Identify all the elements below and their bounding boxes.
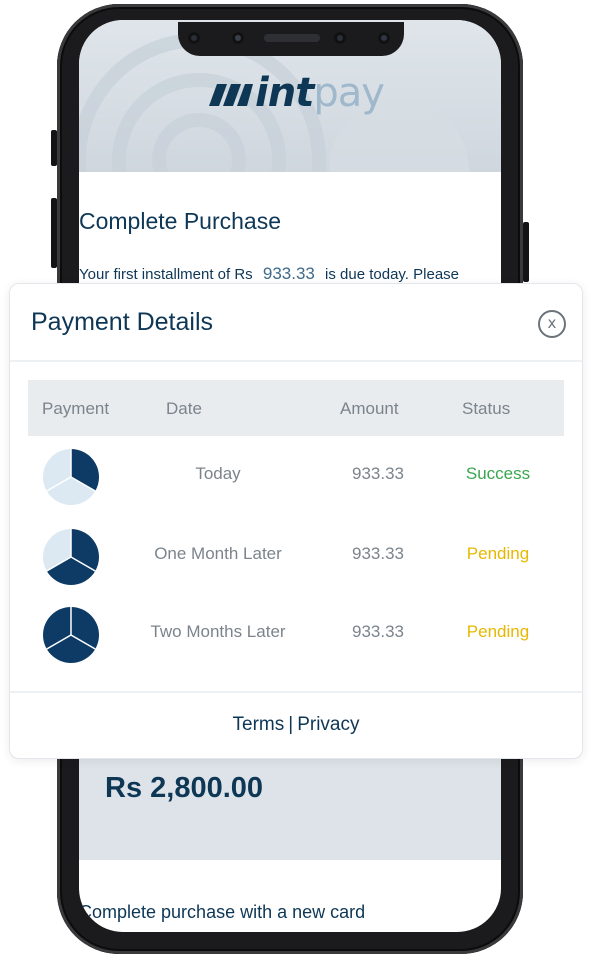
column-header-date: Date xyxy=(166,399,202,418)
logo-pay-text: pay xyxy=(313,70,385,116)
table-header: Payment Date Amount Status xyxy=(28,380,564,436)
row-amount: 933.33 xyxy=(352,622,404,641)
modal-footer: Terms | Privacy xyxy=(10,714,582,736)
installment-suffix: is due today. Please xyxy=(325,266,460,283)
row-date: Today xyxy=(195,464,241,483)
footer-divider xyxy=(10,691,582,693)
close-icon[interactable]: x xyxy=(538,310,566,338)
speaker-grille xyxy=(264,34,320,42)
intpay-logo: intpay xyxy=(209,70,385,116)
column-header-status: Status xyxy=(462,399,511,418)
logo-int-text: int xyxy=(255,70,314,116)
mute-switch xyxy=(51,130,57,166)
total-amount: Rs 2,800.00 xyxy=(105,772,264,804)
row-amount: 933.33 xyxy=(352,464,404,483)
front-camera-icon xyxy=(334,32,346,44)
row-amount: 933.33 xyxy=(352,544,404,563)
terms-link[interactable]: Terms xyxy=(233,714,285,735)
progress-pie-icon xyxy=(43,449,100,505)
modal-title: Payment Details xyxy=(31,308,214,336)
logo-stripes-icon xyxy=(209,84,253,106)
column-header-amount: Amount xyxy=(340,399,399,418)
total-card xyxy=(79,755,501,860)
sensor-icon xyxy=(188,32,200,44)
table-row: One Month Later 933.33 Pending xyxy=(28,522,564,592)
installment-notice: Your first installment of Rs 933.33 is d… xyxy=(79,264,459,284)
progress-pie-icon xyxy=(43,607,99,663)
page-title: Complete Purchase xyxy=(79,208,281,234)
status-badge: Pending xyxy=(466,544,530,563)
progress-pie-icon xyxy=(43,529,99,585)
new-card-link[interactable]: Complete purchase with a new card xyxy=(79,902,365,923)
table-row: Today 933.33 Success xyxy=(28,442,564,512)
status-badge: Pending xyxy=(466,622,530,641)
header-divider xyxy=(10,360,582,362)
privacy-link[interactable]: Privacy xyxy=(297,714,359,735)
status-badge: Success xyxy=(465,464,531,483)
volume-up-button xyxy=(51,198,57,268)
table-row: Two Months Later 933.33 Pending xyxy=(28,600,564,670)
row-date: One Month Later xyxy=(154,544,282,563)
installment-amount: 933.33 xyxy=(262,264,315,283)
power-button xyxy=(523,222,529,282)
phone-notch xyxy=(178,22,404,56)
column-header-payment: Payment xyxy=(42,399,110,418)
footer-separator: | xyxy=(288,714,294,735)
payment-details-modal: Payment Details x Payment Date Amount St… xyxy=(9,283,583,759)
proximity-sensor-icon xyxy=(378,32,390,44)
row-date: Two Months Later xyxy=(150,622,286,641)
camera-icon xyxy=(232,32,244,44)
installment-prefix: Your first installment of Rs xyxy=(79,266,253,283)
